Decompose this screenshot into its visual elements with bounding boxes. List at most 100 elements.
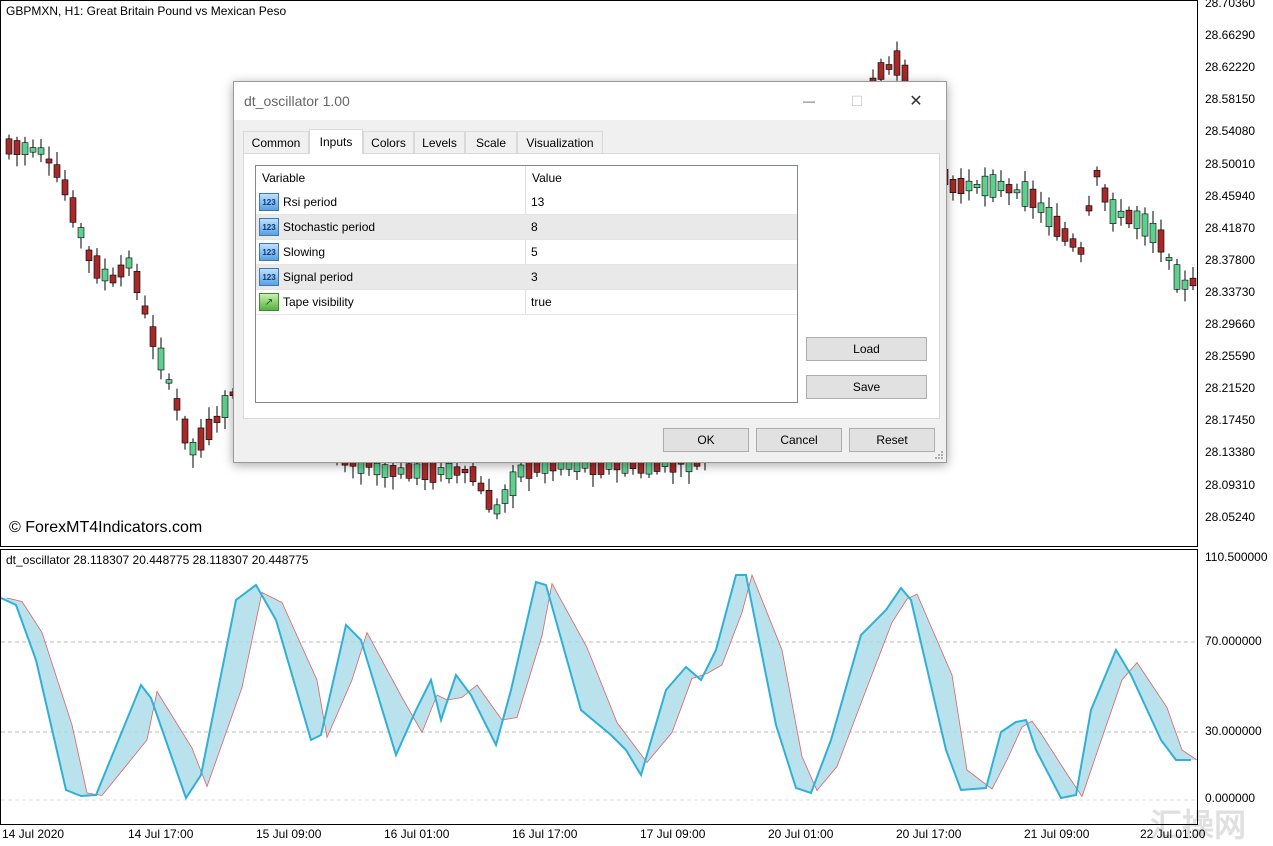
candle-body bbox=[533, 461, 541, 473]
variable-value[interactable]: 8 bbox=[531, 215, 538, 239]
candle-body bbox=[389, 465, 397, 477]
candle-body bbox=[5, 138, 13, 155]
candle-body bbox=[1045, 206, 1053, 228]
candle-body bbox=[1061, 228, 1069, 242]
candle-body bbox=[109, 274, 117, 284]
candle-body bbox=[893, 50, 901, 76]
candle-body bbox=[413, 463, 421, 479]
time-tick-label: 15 Jul 09:00 bbox=[256, 827, 322, 841]
candle-body bbox=[21, 142, 29, 156]
candle-body bbox=[157, 347, 165, 371]
column-variable[interactable]: Variable bbox=[256, 166, 526, 190]
input-row-slowing[interactable]: 123 Slowing 5 bbox=[256, 240, 797, 265]
candle-body bbox=[125, 257, 133, 269]
variable-value[interactable]: true bbox=[531, 290, 552, 314]
candle-body bbox=[213, 415, 221, 423]
candle-body bbox=[517, 464, 525, 478]
time-tick-label: 16 Jul 17:00 bbox=[512, 827, 578, 841]
candle-body bbox=[13, 140, 21, 155]
tab-levels[interactable]: Levels bbox=[414, 131, 465, 153]
reset-button[interactable]: Reset bbox=[849, 428, 935, 452]
grid-header: Variable Value bbox=[256, 166, 797, 190]
price-tick-label: 28.09310 bbox=[1205, 477, 1256, 492]
variable-value[interactable]: 5 bbox=[531, 240, 538, 264]
oscillator-level-label: 30.000000 bbox=[1205, 724, 1262, 738]
minimize-button[interactable]: — bbox=[786, 82, 832, 120]
column-value[interactable]: Value bbox=[526, 166, 797, 190]
variable-name: Tape visibility bbox=[283, 295, 354, 309]
oscillator-title: dt_oscillator 28.118307 20.448775 28.118… bbox=[6, 553, 309, 567]
price-tick-label: 28.21520 bbox=[1205, 381, 1256, 396]
input-row-signal-period[interactable]: 123 Signal period 3 bbox=[256, 265, 797, 290]
candle-body bbox=[421, 461, 429, 481]
inputs-panel: Variable Value 123 Rsi period 13 123 Sto… bbox=[243, 153, 940, 419]
close-icon: ✕ bbox=[909, 93, 923, 110]
candle-body bbox=[1125, 209, 1133, 225]
candle-body bbox=[997, 180, 1005, 192]
candle-body bbox=[1173, 264, 1181, 290]
candle-body bbox=[149, 326, 157, 347]
candle-body bbox=[1101, 187, 1109, 203]
candle-body bbox=[1053, 215, 1061, 237]
time-tick-label: 14 Jul 2020 bbox=[2, 827, 65, 841]
resize-grip-icon[interactable] bbox=[934, 450, 944, 460]
price-tick-label: 28.50010 bbox=[1205, 156, 1256, 171]
input-row-rsi-period[interactable]: 123 Rsi period 13 bbox=[256, 190, 797, 215]
candle-body bbox=[1117, 210, 1125, 218]
candle-body bbox=[949, 178, 957, 194]
inputs-grid[interactable]: Variable Value 123 Rsi period 13 123 Sto… bbox=[255, 165, 798, 403]
variable-name: Stochastic period bbox=[283, 220, 376, 234]
candle-body bbox=[453, 466, 461, 476]
candle-body bbox=[1109, 199, 1117, 224]
tab-common[interactable]: Common bbox=[243, 131, 309, 153]
watermark: 汇操网 bbox=[1150, 807, 1247, 843]
candle-body bbox=[461, 468, 469, 474]
maximize-icon: ☐ bbox=[850, 92, 864, 109]
candle-body bbox=[477, 482, 485, 492]
price-tick-label: 28.37800 bbox=[1205, 252, 1256, 267]
candle-body bbox=[29, 147, 37, 153]
candle-body bbox=[1077, 247, 1085, 255]
candle-body bbox=[1029, 188, 1037, 208]
variable-name: Signal period bbox=[283, 270, 354, 284]
candle-body bbox=[61, 179, 69, 196]
candle-body bbox=[53, 164, 61, 178]
input-row-tape-visibility[interactable]: ↗ Tape visibility true bbox=[256, 290, 797, 315]
variable-value[interactable]: 3 bbox=[531, 265, 538, 289]
tab-visualization[interactable]: Visualization bbox=[517, 131, 603, 153]
candle-body bbox=[1005, 184, 1013, 194]
close-button[interactable]: ✕ bbox=[893, 82, 939, 120]
candle-body bbox=[1013, 189, 1021, 194]
variable-name: Rsi period bbox=[283, 195, 338, 209]
variable-value[interactable]: 13 bbox=[531, 190, 544, 214]
candle-body bbox=[1133, 210, 1141, 229]
indicator-properties-dialog[interactable]: dt_oscillator 1.00 — ☐ ✕ Common Inputs C… bbox=[233, 81, 947, 463]
price-tick-label: 28.33730 bbox=[1205, 284, 1256, 299]
oscillator-level-label: 70.000000 bbox=[1205, 634, 1262, 648]
price-tick-label: 28.45940 bbox=[1205, 188, 1256, 203]
tab-colors[interactable]: Colors bbox=[363, 131, 414, 153]
tab-scale[interactable]: Scale bbox=[465, 131, 517, 153]
candle-body bbox=[973, 184, 981, 188]
time-tick-label: 21 Jul 09:00 bbox=[1024, 827, 1090, 841]
candle-body bbox=[1037, 202, 1045, 213]
price-tick-label: 28.54080 bbox=[1205, 124, 1256, 139]
dialog-titlebar[interactable]: dt_oscillator 1.00 — ☐ ✕ bbox=[234, 82, 946, 120]
copyright-text: © ForexMT4Indicators.com bbox=[9, 519, 203, 536]
input-row-stochastic-period[interactable]: 123 Stochastic period 8 bbox=[256, 215, 797, 240]
oscillator-plot bbox=[1, 573, 1197, 801]
load-button[interactable]: Load bbox=[806, 337, 927, 361]
ok-button[interactable]: OK bbox=[663, 428, 749, 452]
candle-body bbox=[189, 441, 197, 456]
oscillator-panel[interactable]: dt_oscillator 28.118307 20.448775 28.118… bbox=[0, 549, 1198, 825]
price-tick-label: 28.58150 bbox=[1205, 92, 1256, 107]
candle-body bbox=[381, 464, 389, 478]
integer-123-icon: 123 bbox=[259, 193, 279, 211]
maximize-button: ☐ bbox=[834, 82, 880, 120]
candle-body bbox=[77, 227, 85, 239]
tab-inputs[interactable]: Inputs bbox=[309, 129, 363, 154]
cancel-button[interactable]: Cancel bbox=[756, 428, 842, 452]
save-button[interactable]: Save bbox=[806, 375, 927, 399]
candle-body bbox=[1181, 279, 1189, 290]
candle-body bbox=[981, 175, 989, 197]
